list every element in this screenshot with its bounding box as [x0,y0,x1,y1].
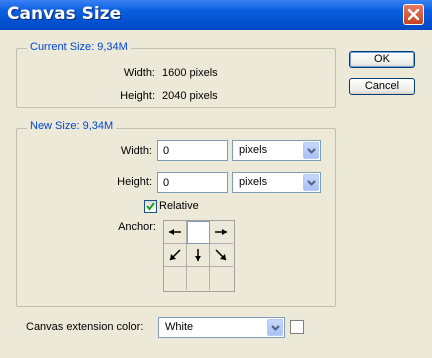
anchor-cell-middle-right[interactable] [210,244,233,267]
anchor-label: Anchor: [118,221,156,233]
relative-label[interactable]: Relative [159,200,199,212]
ok-button[interactable]: OK [349,51,415,68]
height-unit-select[interactable]: pixels [232,172,321,193]
arrow-down-left-icon [169,249,181,261]
new-size-legend: New Size: 9,34M [27,120,117,132]
width-unit-value: pixels [239,144,268,156]
new-height-label: Height: [117,176,152,188]
new-width-input[interactable] [157,140,228,161]
new-width-label: Width: [120,145,152,157]
anchor-grid[interactable] [163,220,235,292]
extension-color-swatch[interactable] [290,320,304,334]
anchor-cell-top-right[interactable] [210,221,233,244]
chevron-down-icon[interactable] [303,142,319,159]
new-height-input[interactable] [157,172,228,193]
chevron-down-icon[interactable] [267,319,283,336]
chevron-down-icon[interactable] [303,174,319,191]
relative-checkbox[interactable] [144,200,157,213]
anchor-cell-middle-left[interactable] [164,244,187,267]
extension-color-value: White [165,321,194,333]
cancel-button[interactable]: Cancel [349,78,415,95]
dialog-body: Current Size: 9,34M Width: 1600 pixels H… [0,30,432,358]
current-size-group: Current Size: 9,34M Width: 1600 pixels H… [16,41,336,108]
current-size-legend: Current Size: 9,34M [27,41,131,53]
extension-color-select[interactable]: White [158,317,285,338]
close-button[interactable] [403,4,424,25]
title-bar[interactable]: Canvas Size [0,0,432,30]
current-width-label: Width: [123,67,155,79]
height-unit-value: pixels [239,176,268,188]
width-unit-select[interactable]: pixels [232,140,321,161]
checkmark-icon [146,202,155,211]
arrow-left-icon [169,229,181,235]
close-icon [407,8,420,21]
anchor-cell-center[interactable] [187,244,210,267]
anchor-cell-bottom-right[interactable] [210,267,233,290]
anchor-cell-bottom-left[interactable] [164,267,187,290]
anchor-cell-top-center[interactable] [187,221,210,244]
anchor-cell-top-left[interactable] [164,221,187,244]
anchor-cell-bottom-center[interactable] [187,267,210,290]
window-title: Canvas Size [7,4,122,24]
arrow-down-icon [195,249,201,261]
current-height-label: Height: [120,90,155,102]
arrow-right-icon [215,229,227,235]
current-width-value: 1600 pixels [162,67,218,79]
arrow-down-right-icon [215,249,227,261]
extension-color-label: Canvas extension color: [26,321,144,333]
current-height-value: 2040 pixels [162,90,218,102]
